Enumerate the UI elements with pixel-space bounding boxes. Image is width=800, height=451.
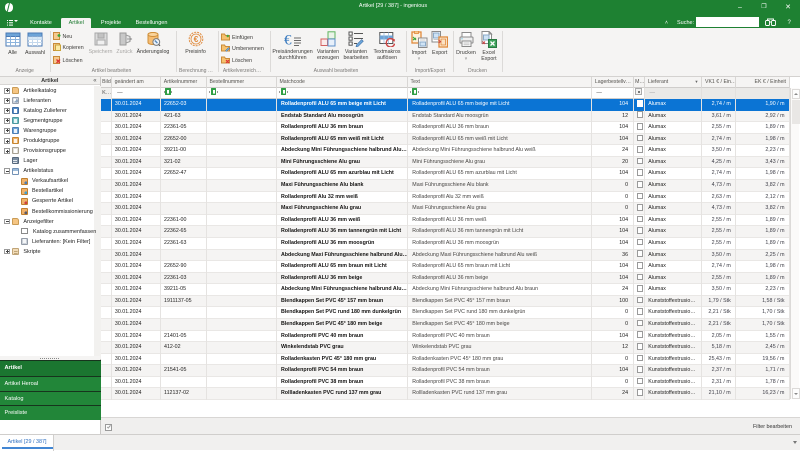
svg-text:€: € [284,33,292,48]
svg-text:€: € [193,34,198,44]
